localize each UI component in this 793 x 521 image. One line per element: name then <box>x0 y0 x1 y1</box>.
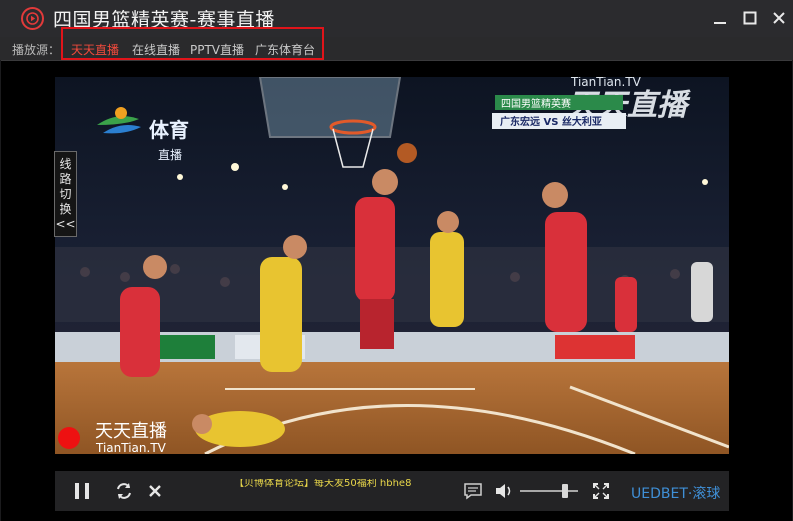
channel-logo-text: 体育 <box>149 118 189 142</box>
chat-bubble-icon <box>464 483 482 500</box>
source-label: 播放源： <box>12 43 61 57</box>
minimize-icon <box>714 22 726 24</box>
channel-logo-sub: 直播 <box>158 148 182 162</box>
ticker-text: 【贝博体育论坛】每天发50福利 hbhe8 <box>234 479 412 489</box>
volume-knob[interactable] <box>562 484 568 498</box>
score-header: 四国男篮精英赛 <box>501 97 571 110</box>
maximize-button[interactable] <box>740 8 760 28</box>
video-area[interactable]: 体育 直播 TianTian.TV 天天直播 四国男篮精英赛 广东宏远 VS 丝… <box>55 77 729 454</box>
maximize-icon <box>743 11 757 25</box>
source-online[interactable]: 在线直播 <box>132 41 180 58</box>
video-frame: 体育 直播 TianTian.TV 天天直播 四国男篮精英赛 广东宏远 VS 丝… <box>55 77 729 454</box>
volume-button[interactable] <box>492 471 516 511</box>
score-line: 广东宏远 VS 丝大利亚 <box>500 115 602 128</box>
line-switch-char: 路 <box>59 172 72 186</box>
line-switch-char: 换 <box>59 202 72 216</box>
line-switch-arrow: << <box>55 217 76 231</box>
source-tiantian[interactable]: 天天直播 <box>71 41 119 58</box>
refresh-button[interactable] <box>113 471 135 511</box>
volume-slider[interactable] <box>520 490 578 492</box>
sponsor-link[interactable]: UEDBET·滚球 <box>631 483 720 503</box>
pause-icon <box>75 483 89 499</box>
source-pptv[interactable]: PPTV直播 <box>190 41 244 58</box>
source-guangdong-sports[interactable]: 广东体育台 <box>255 41 315 58</box>
pause-button[interactable] <box>69 471 95 511</box>
line-switch-tab[interactable]: 线 路 切 换 << <box>54 151 77 237</box>
player-control-bar: 【贝博体育论坛】每天发50福利 hbhe8 UEDBET·滚球 <box>55 471 729 511</box>
line-switch-char: 切 <box>59 187 72 201</box>
close-button[interactable] <box>769 8 789 28</box>
stop-button[interactable] <box>145 471 165 511</box>
stop-icon <box>149 485 161 497</box>
danmaku-button[interactable] <box>461 471 485 511</box>
refresh-icon <box>117 483 131 499</box>
fullscreen-icon <box>593 483 609 499</box>
line-switch-char: 线 <box>59 157 72 171</box>
bottom-logo-en: TianTian.TV <box>95 441 167 454</box>
source-bar: 播放源： 天天直播 在线直播 PPTV直播 广东体育台 <box>0 27 793 60</box>
app-logo-icon <box>21 7 44 30</box>
close-icon <box>773 12 785 24</box>
fullscreen-button[interactable] <box>590 471 612 511</box>
volume-icon <box>496 484 511 498</box>
minimize-button[interactable] <box>710 8 730 28</box>
bottom-logo-cn: 天天直播 <box>95 421 167 442</box>
